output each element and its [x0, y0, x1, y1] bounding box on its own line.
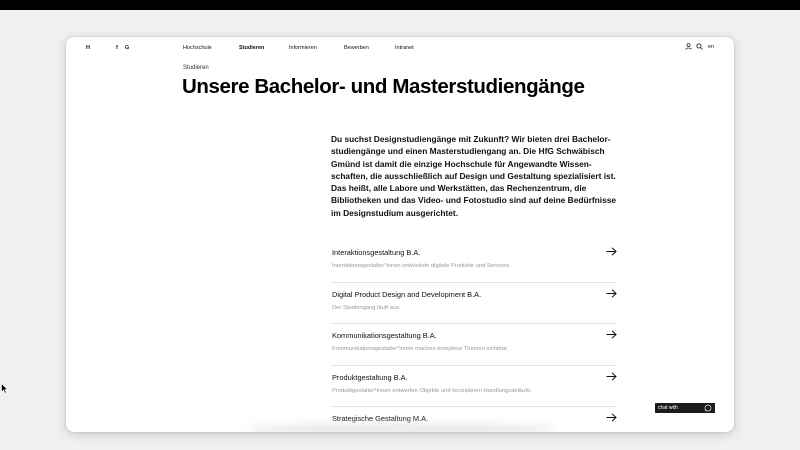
search-icon[interactable]: [696, 43, 703, 50]
arrow-right-icon: [606, 247, 617, 256]
nav-item-intranet[interactable]: Intranet: [395, 45, 414, 51]
arrow-right-icon: [606, 371, 617, 381]
whatsapp-icon: [704, 404, 712, 412]
program-item-interaktionsgestaltung[interactable]: Interaktionsgestaltung B.A. Interaktions…: [331, 241, 617, 283]
program-item-digital-product-design[interactable]: Digital Product Design and Development B…: [331, 283, 617, 324]
arrow-right-icon: [606, 288, 617, 298]
language-switch[interactable]: en: [708, 44, 714, 50]
nav-utility-group: en: [685, 43, 714, 50]
nav-item-bewerben[interactable]: Bewerben: [344, 45, 369, 51]
program-name: Digital Product Design and Development B…: [332, 289, 482, 299]
arrow-right-icon: [606, 413, 617, 422]
breadcrumb[interactable]: Studieren: [183, 65, 209, 71]
screen-top-bar: [0, 0, 800, 10]
page-title: Unsere Bachelor- und Masterstudiengänge: [182, 75, 585, 98]
user-icon[interactable]: [685, 43, 692, 50]
main-navigation: H f G Hochschule Studieren Informieren B…: [66, 37, 734, 59]
intro-text: Du suchst Designstudiengänge mit Zukunft…: [331, 134, 617, 218]
program-name: Strategische Gestaltung M.A.: [332, 414, 429, 423]
program-description: Der Studiengang läuft aus.: [332, 304, 401, 311]
chat-label: chat with: [658, 405, 678, 411]
nav-item-hochschule[interactable]: Hochschule: [183, 45, 212, 51]
program-item-kommunikationsgestaltung[interactable]: Kommunikationsgestaltung B.A. Kommunikat…: [331, 324, 617, 366]
program-description: Interaktionsgestalter*innen entwickeln d…: [332, 263, 511, 269]
program-name: Kommunikationsgestaltung B.A.: [332, 331, 437, 340]
facebook-link[interactable]: f: [116, 45, 118, 51]
mouse-cursor-icon: [1, 383, 8, 394]
program-description: Produktgestalter*innen entwerfen Objekte…: [332, 387, 532, 394]
program-name: Interaktionsgestaltung B.A.: [332, 248, 421, 257]
google-link[interactable]: G: [125, 45, 129, 51]
chat-button[interactable]: chat with: [655, 403, 715, 413]
browser-page: H f G Hochschule Studieren Informieren B…: [66, 37, 734, 432]
program-name: Produktgestaltung B.A.: [332, 372, 408, 382]
arrow-right-icon: [606, 330, 617, 339]
scroll-fade: [246, 423, 556, 432]
logo[interactable]: H: [86, 45, 90, 51]
program-description: Kommunikationsgestalter*innen machen kom…: [332, 346, 509, 352]
nav-item-informieren[interactable]: Informieren: [289, 45, 317, 51]
program-list: Interaktionsgestaltung B.A. Interaktions…: [331, 241, 617, 432]
program-item-produktgestaltung[interactable]: Produktgestaltung B.A. Produktgestalter*…: [331, 366, 617, 407]
nav-item-studieren[interactable]: Studieren: [239, 45, 264, 51]
